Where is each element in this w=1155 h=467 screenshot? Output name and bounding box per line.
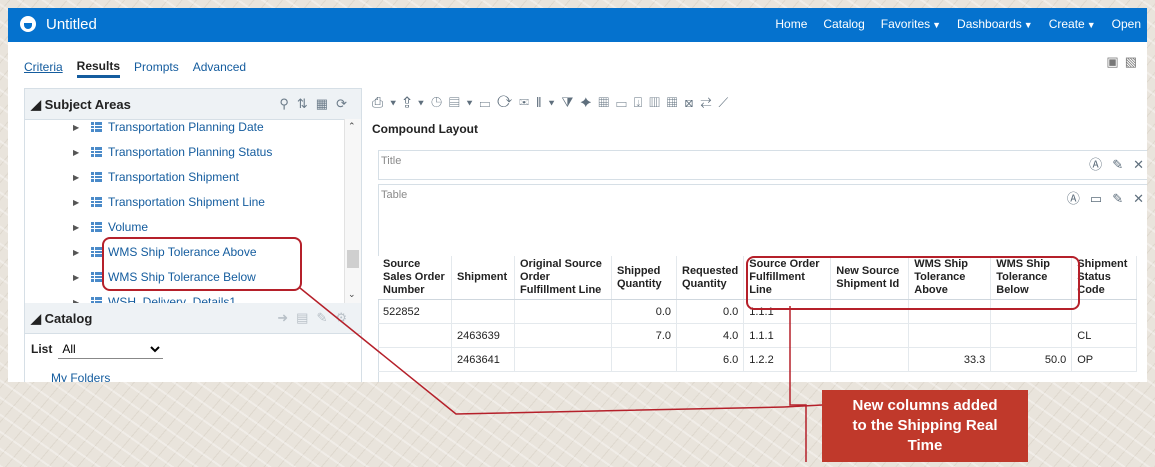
callout-line: to the Shipping Real	[852, 417, 998, 434]
callout-line: New columns added	[852, 397, 998, 414]
annotation-callout: New columns added to the Shipping Real T…	[822, 390, 1028, 462]
callout-line: Time	[907, 437, 943, 454]
